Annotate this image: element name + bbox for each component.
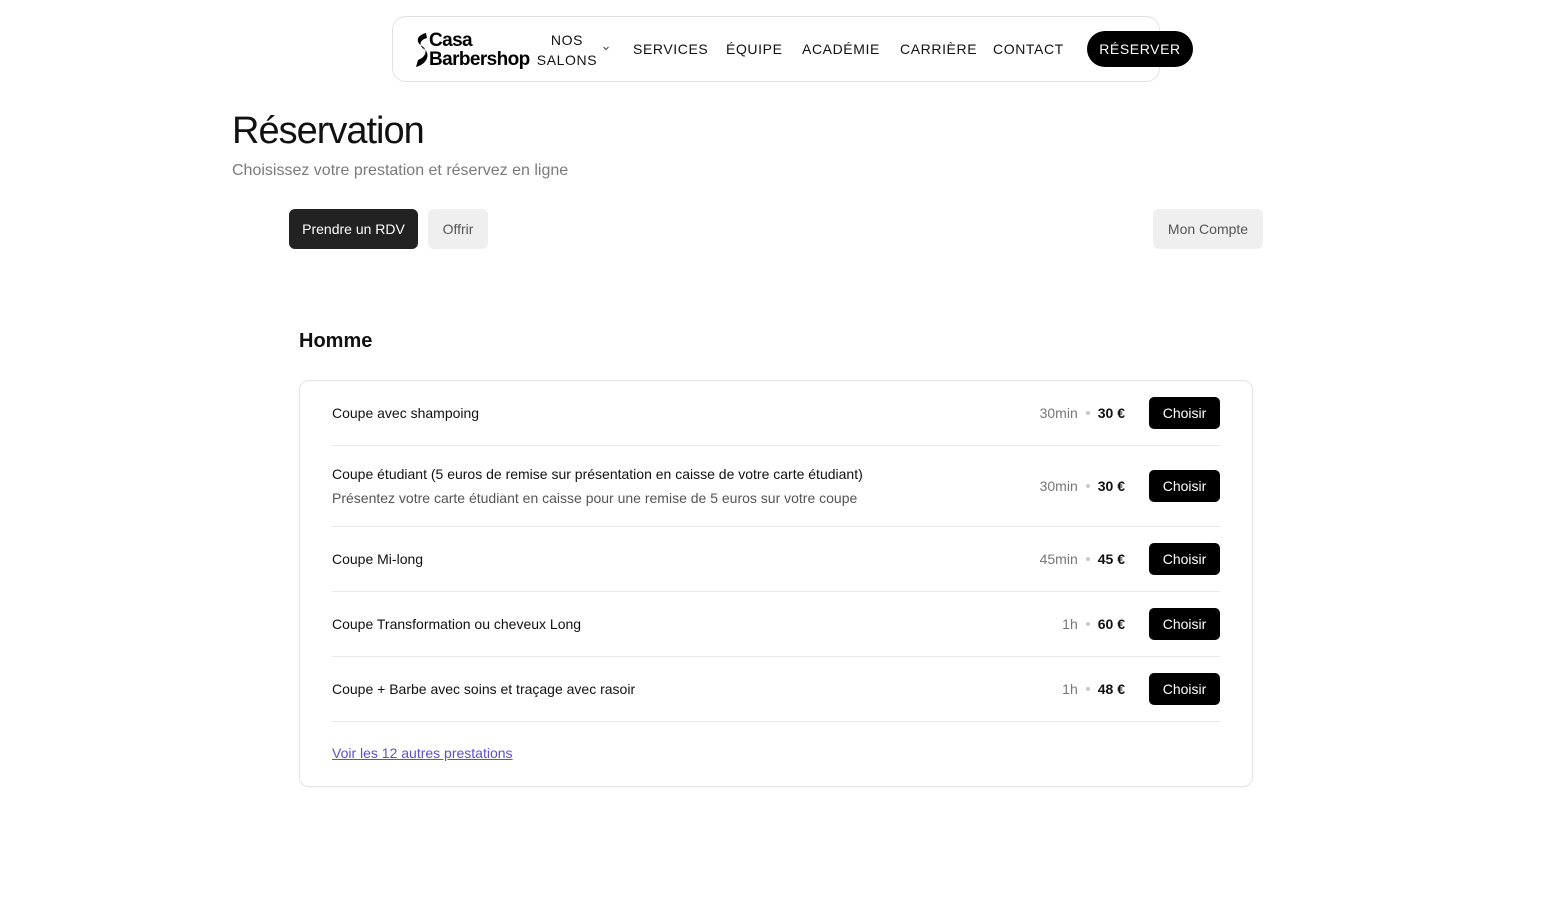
service-name: Coupe Transformation ou cheveux Long (332, 616, 582, 632)
service-price: 60 € (1097, 616, 1125, 632)
page-title: Réservation (232, 110, 425, 152)
nav-item-academie[interactable]: ACADÉMIE (802, 41, 880, 57)
nav-item-equipe[interactable]: ÉQUIPE (726, 41, 783, 57)
separator-dot (1085, 484, 1090, 488)
reserve-button[interactable]: RÉSERVER (1087, 31, 1193, 67)
service-duration: 1h (1062, 681, 1078, 697)
service-price: 45 € (1097, 551, 1125, 567)
service-description: Présentez votre carte étudiant en caisse… (332, 490, 858, 506)
service-duration: 30min (1039, 478, 1078, 494)
tab-book-appointment[interactable]: Prendre un RDV (289, 209, 418, 249)
choose-button[interactable]: Choisir (1149, 397, 1220, 429)
service-duration: 45min (1039, 551, 1078, 567)
nav-item-salons[interactable]: NOS SALONS (536, 30, 598, 70)
logo-icon (416, 33, 428, 67)
service-name: Coupe avec shampoing (332, 405, 480, 421)
logo-text-line2: Barbershop (429, 49, 530, 70)
service-meta: 30min 30 € (1040, 478, 1125, 494)
choose-button[interactable]: Choisir (1149, 673, 1220, 705)
service-row: Coupe Mi-long 45min 45 € Choisir (332, 527, 1220, 592)
more-services-link[interactable]: Voir les 12 autres prestations (332, 745, 513, 761)
nav-item-carriere[interactable]: CARRIÈRE (900, 41, 977, 57)
service-duration: 1h (1062, 616, 1078, 632)
chevron-down-icon[interactable] (601, 43, 611, 53)
separator-dot (1085, 557, 1090, 561)
service-name: Coupe étudiant (5 euros de remise sur pr… (332, 466, 863, 482)
my-account-button[interactable]: Mon Compte (1153, 209, 1263, 249)
page-subtitle: Choisissez votre prestation et réservez … (232, 162, 569, 179)
service-price: 48 € (1097, 681, 1125, 697)
top-navigation: Casa Barbershop NOS SALONS SERVICES ÉQUI… (392, 16, 1193, 82)
service-name: Coupe Mi-long (332, 551, 424, 567)
service-meta: 30min 30 € (1040, 405, 1125, 421)
service-row: Coupe avec shampoing 30min 30 € Choisir (332, 381, 1220, 446)
service-meta: 1h 60 € (1062, 616, 1125, 632)
service-meta: 1h 48 € (1062, 681, 1125, 697)
separator-dot (1085, 411, 1090, 415)
nav-salons-line1: NOS (550, 32, 584, 48)
separator-dot (1085, 687, 1090, 691)
service-duration: 30min (1039, 405, 1078, 421)
separator-dot (1085, 622, 1090, 626)
tab-gift[interactable]: Offrir (428, 209, 488, 249)
services-card: Coupe avec shampoing 30min 30 € Choisir … (299, 380, 1253, 787)
service-row: Coupe étudiant (5 euros de remise sur pr… (332, 446, 1220, 527)
choose-button[interactable]: Choisir (1149, 543, 1220, 575)
service-meta: 45min 45 € (1040, 551, 1125, 567)
service-name: Coupe + Barbe avec soins et traçage avec… (332, 681, 636, 697)
nav-item-services[interactable]: SERVICES (633, 41, 708, 57)
nav-item-contact[interactable]: CONTACT (993, 41, 1064, 57)
brand-logo[interactable]: Casa Barbershop (413, 29, 533, 71)
service-price: 30 € (1097, 478, 1125, 494)
service-price: 30 € (1097, 405, 1125, 421)
service-row: Coupe Transformation ou cheveux Long 1h … (332, 592, 1220, 657)
service-row: Coupe + Barbe avec soins et traçage avec… (332, 657, 1220, 722)
section-title: Homme (299, 330, 373, 352)
nav-salons-line2: SALONS (536, 52, 598, 68)
choose-button[interactable]: Choisir (1149, 608, 1220, 640)
choose-button[interactable]: Choisir (1149, 470, 1220, 502)
logo-text-line1: Casa (429, 30, 473, 51)
